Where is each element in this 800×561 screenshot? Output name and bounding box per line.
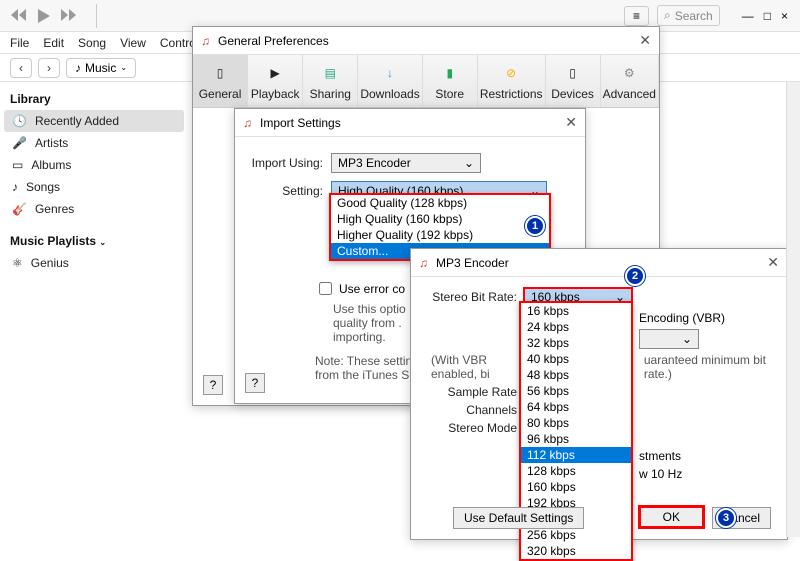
next-track-icon[interactable] <box>60 8 78 24</box>
close-icon[interactable]: ✕ <box>767 254 779 271</box>
music-note-icon: ♪ <box>12 180 18 194</box>
tab-restrictions[interactable]: ⊘Restrictions <box>478 55 546 107</box>
search-input[interactable]: ⌕ Search <box>657 5 720 26</box>
mic-icon: 🎤 <box>12 136 27 150</box>
devices-icon: ▯ <box>548 59 598 87</box>
scrollbar[interactable] <box>786 82 800 537</box>
dialog-title: Import Settings <box>260 116 341 130</box>
search-icon: ⌕ <box>664 8 671 23</box>
separator <box>96 4 97 28</box>
tab-general[interactable]: ▯General <box>193 55 248 107</box>
tab-playback[interactable]: ▶Playback <box>248 55 303 107</box>
music-note-icon: ♪ <box>75 61 81 75</box>
option-good-quality[interactable]: Good Quality (128 kbps) <box>331 195 549 211</box>
store-icon: ▮ <box>425 59 475 87</box>
menu-song[interactable]: Song <box>78 36 106 50</box>
window-maximize-icon[interactable]: □ <box>764 9 771 23</box>
itunes-icon: ♫ <box>201 34 210 48</box>
label-channels: Channels <box>419 403 517 417</box>
close-icon[interactable]: ✕ <box>639 32 651 49</box>
nav-fwd-button[interactable]: › <box>38 58 60 78</box>
select-vbr-quality[interactable]: ⌄ <box>639 329 699 349</box>
itunes-icon: ♫ <box>243 116 252 130</box>
option-bitrate[interactable]: 40 kbps <box>521 351 631 367</box>
close-icon[interactable]: ✕ <box>565 114 577 131</box>
option-bitrate[interactable]: 160 kbps <box>521 479 631 495</box>
label-adjustments: stments <box>639 449 681 463</box>
option-bitrate[interactable]: 24 kbps <box>521 319 631 335</box>
option-bitrate[interactable]: 56 kbps <box>521 383 631 399</box>
chevron-down-icon: ⌄ <box>464 156 474 170</box>
sidebar-item-songs[interactable]: ♪Songs <box>4 176 184 198</box>
clock-icon: 🕓 <box>12 114 27 128</box>
phone-icon: ▯ <box>195 59 245 87</box>
album-icon: ▭ <box>12 158 23 172</box>
sidebar-item-genius[interactable]: ⚛Genius <box>4 252 184 274</box>
tab-downloads[interactable]: ↓Downloads <box>358 55 422 107</box>
chevron-down-icon: ⌄ <box>120 63 127 72</box>
menu-view[interactable]: View <box>120 36 146 50</box>
download-icon: ↓ <box>360 59 419 87</box>
vbr-note: uaranteed minimum bit rate.) <box>644 353 779 381</box>
use-default-settings-button[interactable]: Use Default Settings <box>453 507 584 529</box>
label-sample-rate: Sample Rate <box>419 385 517 399</box>
list-view-icon[interactable]: ≡ <box>624 6 649 26</box>
label-vbr: Encoding (VBR) <box>639 311 725 325</box>
select-import-using[interactable]: MP3 Encoder⌄ <box>331 153 481 173</box>
option-higher-quality[interactable]: Higher Quality (192 kbps) <box>331 227 549 243</box>
sidebar-item-recently-added[interactable]: 🕓Recently Added <box>4 110 184 132</box>
option-bitrate[interactable]: 16 kbps <box>521 303 631 319</box>
help-button[interactable]: ? <box>245 373 265 393</box>
option-bitrate[interactable]: 128 kbps <box>521 463 631 479</box>
window-close-icon[interactable]: × <box>781 9 788 23</box>
help-button[interactable]: ? <box>203 375 223 395</box>
label-stereo-mode: Stereo Mode <box>419 421 517 435</box>
library-selector[interactable]: ♪ Music ⌄ <box>66 58 136 78</box>
label-stereo-bit-rate: Stereo Bit Rate: <box>419 290 517 304</box>
option-high-quality[interactable]: High Quality (160 kbps) <box>331 211 549 227</box>
tab-devices[interactable]: ▯Devices <box>546 55 601 107</box>
sidebar-item-genres[interactable]: 🎸Genres <box>4 198 184 220</box>
tab-sharing[interactable]: ▤Sharing <box>303 55 358 107</box>
option-bitrate[interactable]: 80 kbps <box>521 415 631 431</box>
atom-icon: ⚛ <box>12 256 23 270</box>
label-freq: w 10 Hz <box>639 467 682 481</box>
option-bitrate[interactable]: 48 kbps <box>521 367 631 383</box>
label-setting: Setting: <box>249 184 323 198</box>
chevron-down-icon: ⌄ <box>682 332 692 346</box>
sidebar-header-library: Library <box>4 88 184 110</box>
dialog-title: General Preferences <box>218 34 329 48</box>
nav-back-button[interactable]: ‹ <box>10 58 32 78</box>
prev-track-icon[interactable] <box>10 8 28 24</box>
gear-icon: ⚙ <box>603 59 656 87</box>
tab-store[interactable]: ▮Store <box>423 55 478 107</box>
restrictions-icon: ⊘ <box>480 59 543 87</box>
option-bitrate[interactable]: 112 kbps <box>521 447 631 463</box>
sidebar-header-playlists: Music Playlists ⌄ <box>4 230 184 252</box>
dialog-title: MP3 Encoder <box>436 256 509 270</box>
annotation-badge-1: 1 <box>525 216 545 236</box>
option-bitrate[interactable]: 320 kbps <box>521 543 631 559</box>
option-bitrate[interactable]: 96 kbps <box>521 431 631 447</box>
sidebar-item-albums[interactable]: ▭Albums <box>4 154 184 176</box>
itunes-icon: ♫ <box>419 256 428 270</box>
label-import-using: Import Using: <box>249 156 323 170</box>
window-minimize-icon[interactable]: — <box>742 9 754 23</box>
sharing-icon: ▤ <box>305 59 355 87</box>
dialog-mp3-encoder: ♫ MP3 Encoder ✕ Stereo Bit Rate: 160 kbp… <box>410 248 788 540</box>
option-bitrate[interactable]: 32 kbps <box>521 335 631 351</box>
sidebar-item-artists[interactable]: 🎤Artists <box>4 132 184 154</box>
annotation-badge-3: 3 <box>716 508 736 528</box>
ok-button[interactable]: OK <box>638 505 705 529</box>
tab-advanced[interactable]: ⚙Advanced <box>601 55 659 107</box>
play-icon[interactable] <box>36 8 52 24</box>
option-bitrate[interactable]: 256 kbps <box>521 527 631 543</box>
menu-file[interactable]: File <box>10 36 29 50</box>
guitar-icon: 🎸 <box>12 202 27 216</box>
menu-edit[interactable]: Edit <box>43 36 64 50</box>
annotation-badge-2: 2 <box>625 266 645 286</box>
play-circle-icon: ▶ <box>250 59 300 87</box>
chevron-down-icon[interactable]: ⌄ <box>99 238 106 247</box>
option-bitrate[interactable]: 64 kbps <box>521 399 631 415</box>
